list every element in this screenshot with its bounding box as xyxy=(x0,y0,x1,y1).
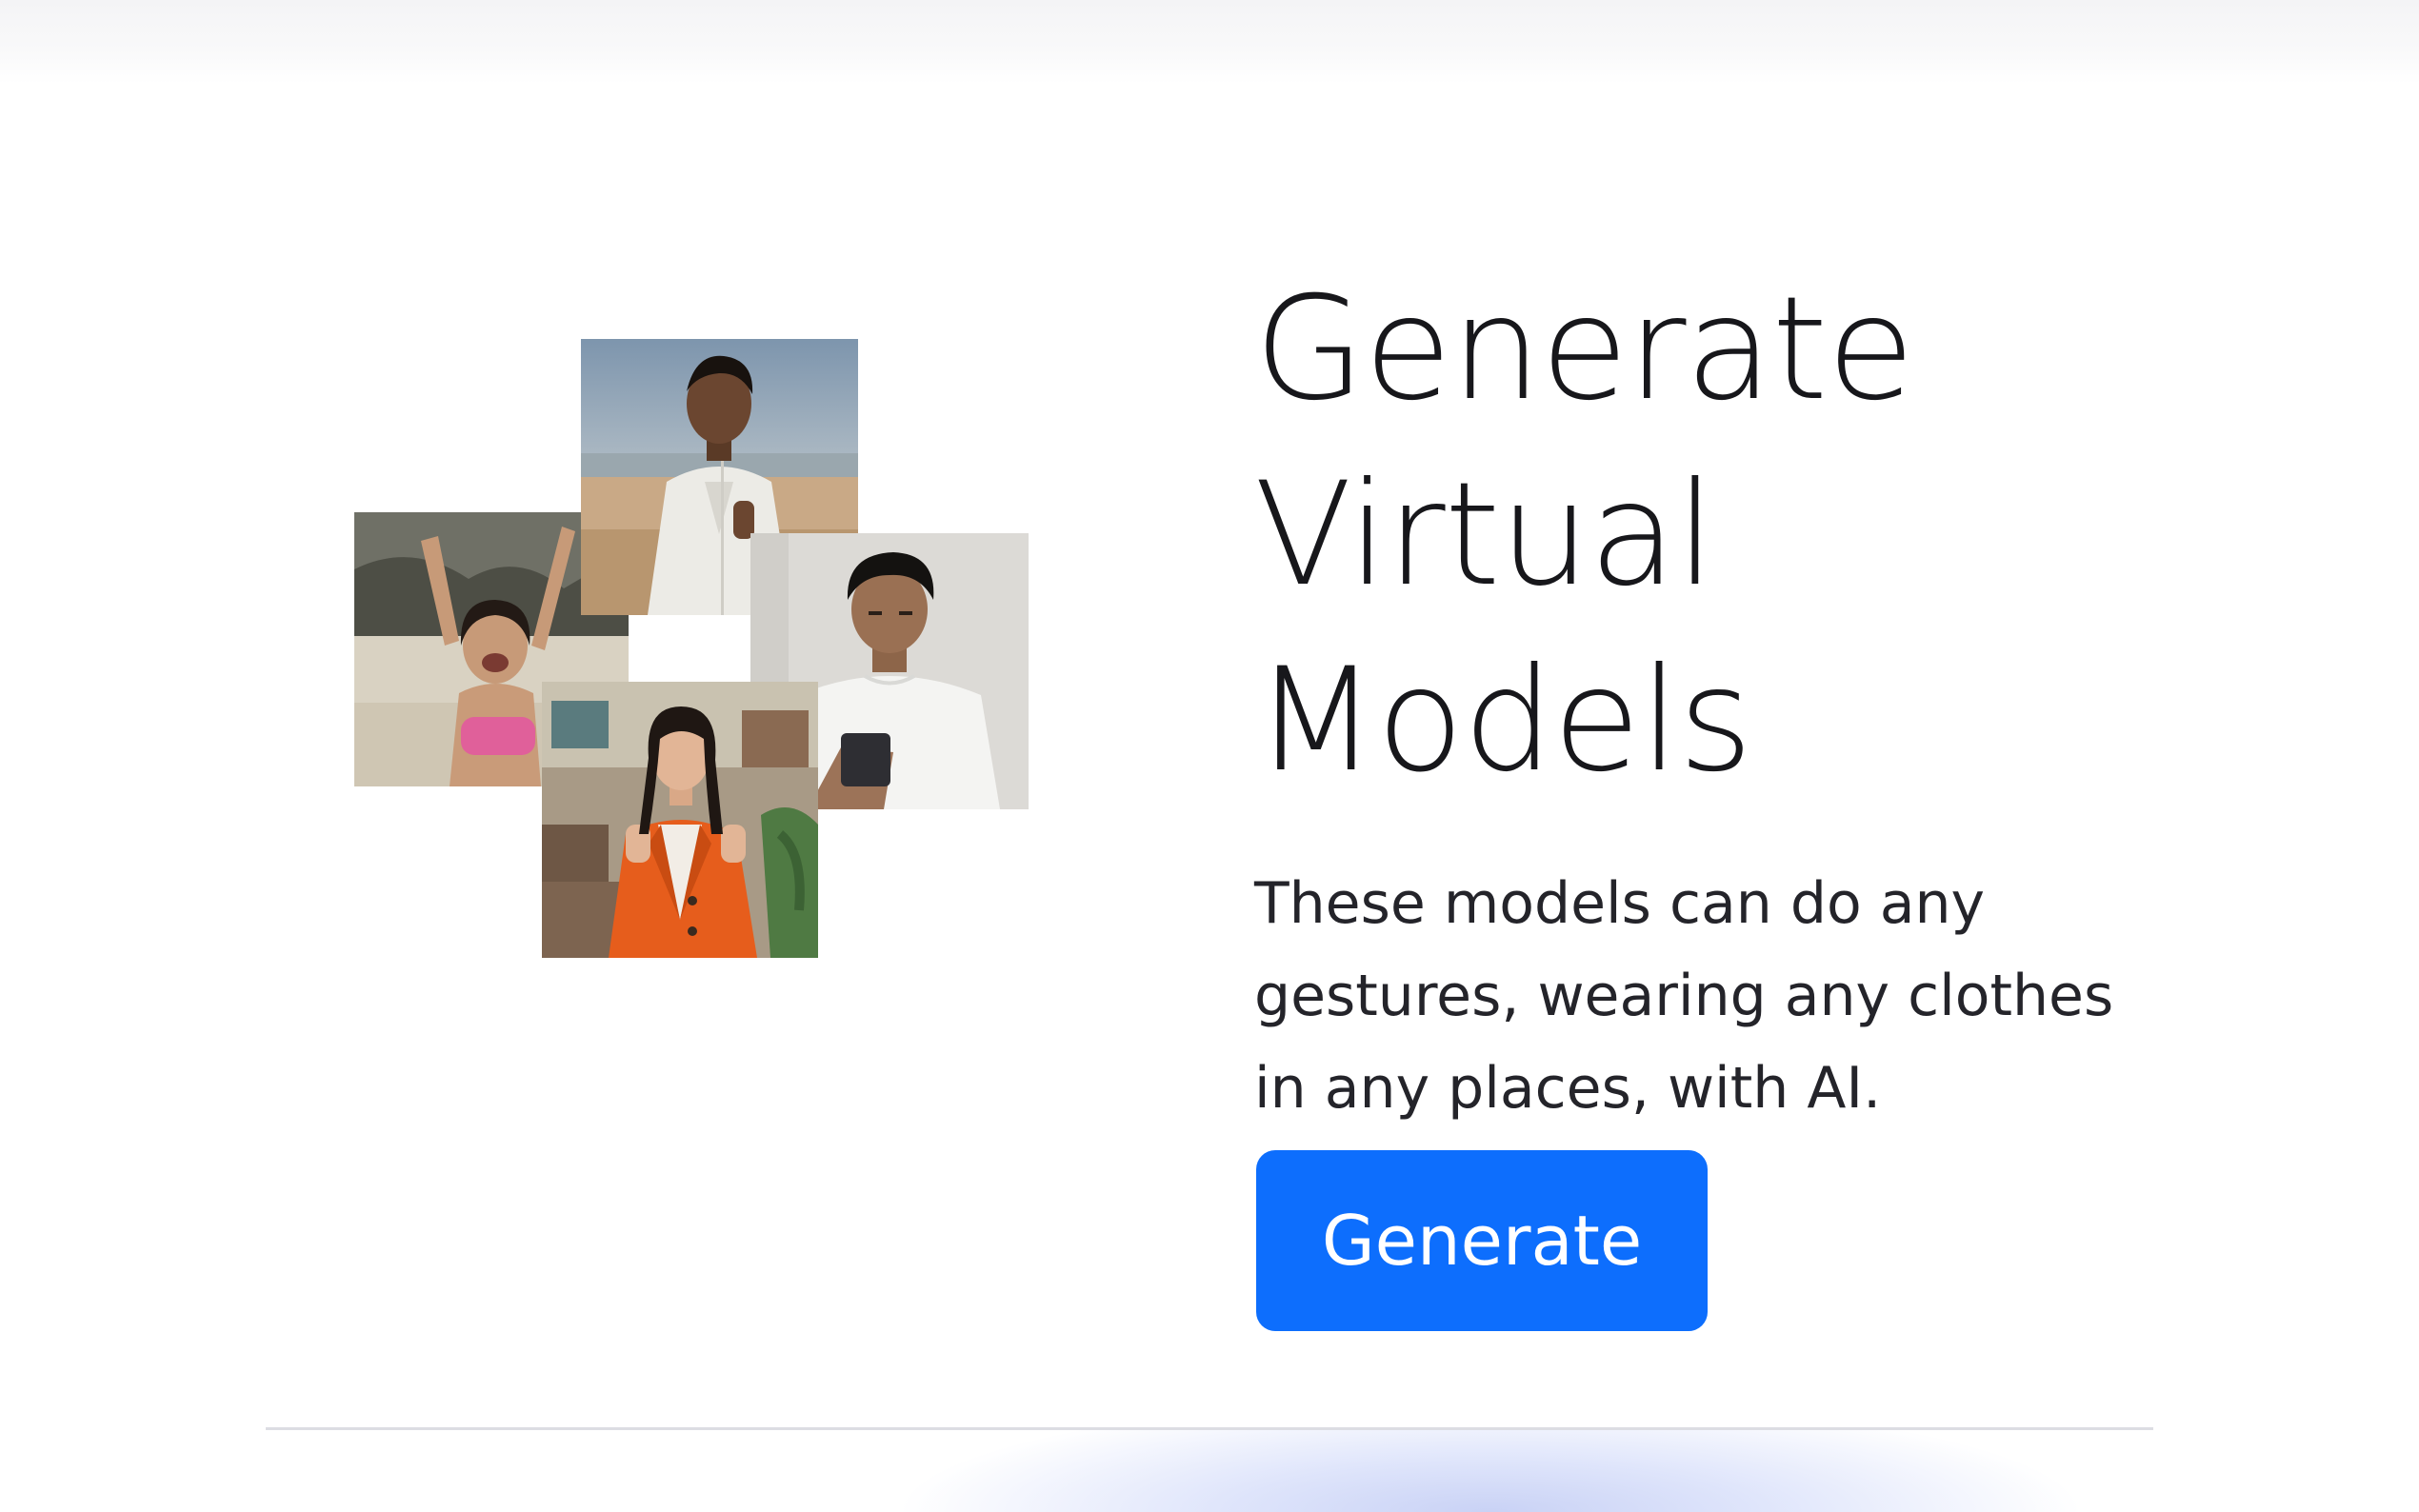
hero-description: These models can do any gestures, wearin… xyxy=(1254,870,2114,1122)
hero-content: Generate Virtual Models These models can… xyxy=(1254,257,2207,1135)
hero-title-line-1: Generate xyxy=(1254,267,1915,432)
hero-title-line-3: Models xyxy=(1254,638,1753,804)
bottom-glow xyxy=(0,1430,2419,1512)
orange-woman-image xyxy=(542,682,818,958)
model-photo-orange-woman xyxy=(542,682,818,958)
hero-title-line-2: Virtual xyxy=(1254,452,1715,618)
generate-button[interactable]: Generate xyxy=(1256,1150,1708,1331)
model-collage xyxy=(354,339,1029,958)
page: Generate Virtual Models These models can… xyxy=(0,0,2419,1512)
top-fade xyxy=(0,0,2419,84)
hero-title: Generate Virtual Models xyxy=(1254,257,2207,814)
